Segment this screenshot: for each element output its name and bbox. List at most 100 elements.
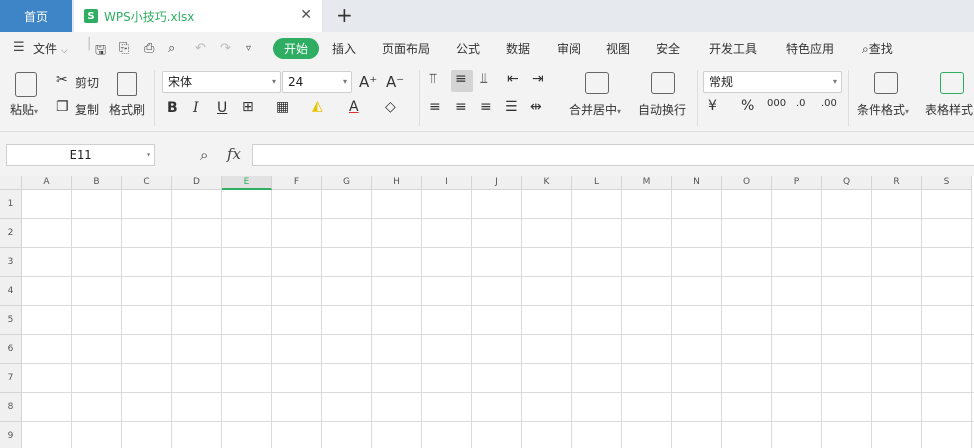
paste-icon[interactable]	[15, 72, 37, 97]
merge-center-icon[interactable]	[585, 72, 609, 94]
cell-fill-icon[interactable]: ▦	[276, 99, 289, 115]
column-header-i[interactable]: I	[422, 176, 472, 190]
align-center-icon[interactable]: ≡	[455, 99, 467, 115]
align-right-icon[interactable]: ≡	[480, 99, 492, 115]
border-icon[interactable]: ⊞	[242, 99, 254, 115]
tab-formulas[interactable]: 公式	[456, 40, 480, 57]
home-tab[interactable]: 首页	[0, 0, 72, 32]
save-icon[interactable]: 🖫	[95, 41, 106, 63]
print-preview-icon[interactable]: ⌕	[168, 41, 175, 56]
file-tab[interactable]: S WPS小技巧.xlsx ✕	[74, 0, 322, 32]
tab-start[interactable]: 开始	[273, 38, 320, 59]
increase-font-icon[interactable]: A⁺	[359, 73, 377, 91]
row-header-9[interactable]: 9	[0, 422, 22, 448]
currency-icon[interactable]: ¥	[708, 98, 717, 114]
column-header-p[interactable]: P	[772, 176, 822, 190]
undo-icon[interactable]: ↶	[195, 41, 206, 56]
formula-input[interactable]	[252, 144, 974, 166]
name-box[interactable]: E11 ▾	[6, 144, 155, 166]
tab-special[interactable]: 特色应用	[786, 40, 834, 57]
italic-icon[interactable]: I	[193, 100, 199, 116]
scissors-icon[interactable]: ✂	[56, 72, 68, 88]
thousands-separator-icon[interactable]: 000	[767, 98, 786, 109]
customize-arrow-icon[interactable]: ▿	[246, 43, 251, 54]
column-header-e[interactable]: E	[222, 176, 272, 190]
align-bottom-icon[interactable]: ⫫	[480, 71, 488, 87]
tab-page-layout[interactable]: 页面布局	[382, 40, 430, 57]
column-header-g[interactable]: G	[322, 176, 372, 190]
output-icon[interactable]: ⎘	[119, 41, 129, 56]
row-header-1[interactable]: 1	[0, 190, 22, 219]
tab-developer[interactable]: 开发工具	[709, 40, 757, 57]
print-icon[interactable]: ⎙	[144, 41, 154, 56]
cut-button[interactable]: 剪切	[75, 74, 99, 91]
font-size-select[interactable]: 24 ▾	[282, 71, 352, 93]
row-header-8[interactable]: 8	[0, 393, 22, 422]
column-header-h[interactable]: H	[372, 176, 422, 190]
distributed-icon[interactable]: ⇹	[530, 99, 542, 115]
column-header-q[interactable]: Q	[822, 176, 872, 190]
merge-center-button[interactable]: 合并居中▾	[569, 101, 621, 118]
row-header-6[interactable]: 6	[0, 335, 22, 364]
column-header-f[interactable]: F	[272, 176, 322, 190]
auto-wrap-icon[interactable]	[651, 72, 675, 94]
table-style-button[interactable]: 表格样式	[925, 101, 973, 118]
insert-function-button[interactable]: fx	[227, 145, 241, 163]
decrease-indent-icon[interactable]: ⇤	[507, 71, 519, 87]
search-button[interactable]: ⌕查找	[862, 40, 893, 57]
increase-indent-icon[interactable]: ⇥	[532, 71, 544, 87]
column-header-o[interactable]: O	[722, 176, 772, 190]
eraser-icon[interactable]: ◇	[385, 99, 396, 115]
tab-view[interactable]: 视图	[606, 40, 630, 57]
number-format-select[interactable]: 常规 ▾	[703, 71, 842, 93]
column-header-d[interactable]: D	[172, 176, 222, 190]
copy-button[interactable]: 复制	[75, 101, 99, 118]
row-header-3[interactable]: 3	[0, 248, 22, 277]
column-header-m[interactable]: M	[622, 176, 672, 190]
paste-button[interactable]: 粘贴▾	[10, 101, 38, 118]
conditional-format-icon[interactable]	[874, 72, 898, 94]
tab-review[interactable]: 审阅	[557, 40, 581, 57]
format-painter-button[interactable]: 格式刷	[109, 101, 145, 118]
align-middle-icon[interactable]: ≡	[455, 71, 467, 87]
align-left-icon[interactable]: ≡	[429, 99, 441, 115]
column-header-c[interactable]: C	[122, 176, 172, 190]
new-tab-icon[interactable]: +	[336, 3, 353, 27]
column-header-l[interactable]: L	[572, 176, 622, 190]
decrease-font-icon[interactable]: A⁻	[386, 73, 404, 91]
auto-wrap-button[interactable]: 自动换行	[638, 101, 686, 118]
column-header-a[interactable]: A	[22, 176, 72, 190]
align-top-icon[interactable]: ⫪	[429, 71, 437, 87]
row-header-7[interactable]: 7	[0, 364, 22, 393]
close-icon[interactable]: ✕	[300, 7, 312, 23]
cell-area[interactable]	[22, 190, 974, 448]
conditional-format-button[interactable]: 条件格式▾	[857, 101, 909, 118]
fill-color-icon[interactable]: ◭	[312, 98, 323, 114]
row-header-5[interactable]: 5	[0, 306, 22, 335]
column-header-n[interactable]: N	[672, 176, 722, 190]
hamburger-icon[interactable]: ☰	[13, 40, 25, 55]
select-all-corner[interactable]	[0, 176, 22, 190]
table-style-icon[interactable]	[940, 72, 964, 94]
column-header-b[interactable]: B	[72, 176, 122, 190]
column-header-j[interactable]: J	[472, 176, 522, 190]
row-header-2[interactable]: 2	[0, 219, 22, 248]
underline-icon[interactable]: U	[217, 100, 227, 116]
tab-insert[interactable]: 插入	[332, 40, 356, 57]
font-name-select[interactable]: 宋体 ▾	[162, 71, 281, 93]
column-header-k[interactable]: K	[522, 176, 572, 190]
row-header-4[interactable]: 4	[0, 277, 22, 306]
increase-decimal-icon[interactable]: .0	[796, 98, 806, 109]
copy-icon[interactable]: ❐	[56, 99, 69, 115]
zoom-icon[interactable]: ⌕	[200, 146, 208, 164]
file-menu[interactable]: 文件 ⌵	[33, 40, 68, 57]
bold-icon[interactable]: B	[167, 100, 178, 116]
justify-icon[interactable]: ☰	[505, 99, 518, 115]
format-painter-icon[interactable]	[117, 72, 137, 96]
tab-data[interactable]: 数据	[506, 40, 530, 57]
decrease-decimal-icon[interactable]: .00	[821, 98, 837, 109]
column-header-r[interactable]: R	[872, 176, 922, 190]
column-header-s[interactable]: S	[922, 176, 972, 190]
font-color-icon[interactable]: A	[349, 99, 359, 115]
redo-icon[interactable]: ↷	[220, 41, 231, 56]
